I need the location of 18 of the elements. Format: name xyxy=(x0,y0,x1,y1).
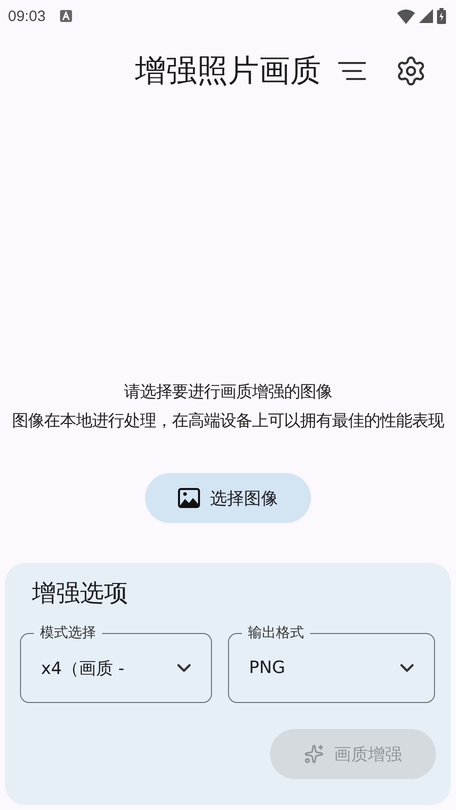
battery-icon xyxy=(437,8,446,24)
sort-button[interactable] xyxy=(337,60,367,82)
app-title: 增强照片画质 xyxy=(135,52,321,91)
prompt-note: 图像在本地进行处理，在高端设备上可以拥有最佳的性能表现 xyxy=(11,410,446,432)
wifi-icon xyxy=(397,8,415,24)
card-title: 增强选项 xyxy=(32,578,129,609)
status-time: 09:03 xyxy=(8,8,46,24)
select-image-button[interactable]: 选择图像 xyxy=(145,473,311,523)
sparkles-icon xyxy=(304,744,324,764)
field-label: 输出格式 xyxy=(242,624,310,642)
prompt-heading: 请选择要进行画质增强的图像 xyxy=(123,381,333,403)
notification-icon xyxy=(60,10,72,22)
image-icon xyxy=(178,488,200,508)
field-value: PNG xyxy=(249,658,286,678)
field-value: x4（画质 - xyxy=(41,658,126,680)
signal-icon xyxy=(419,9,433,23)
field-label: 模式选择 xyxy=(34,624,102,642)
settings-button[interactable] xyxy=(395,55,427,87)
